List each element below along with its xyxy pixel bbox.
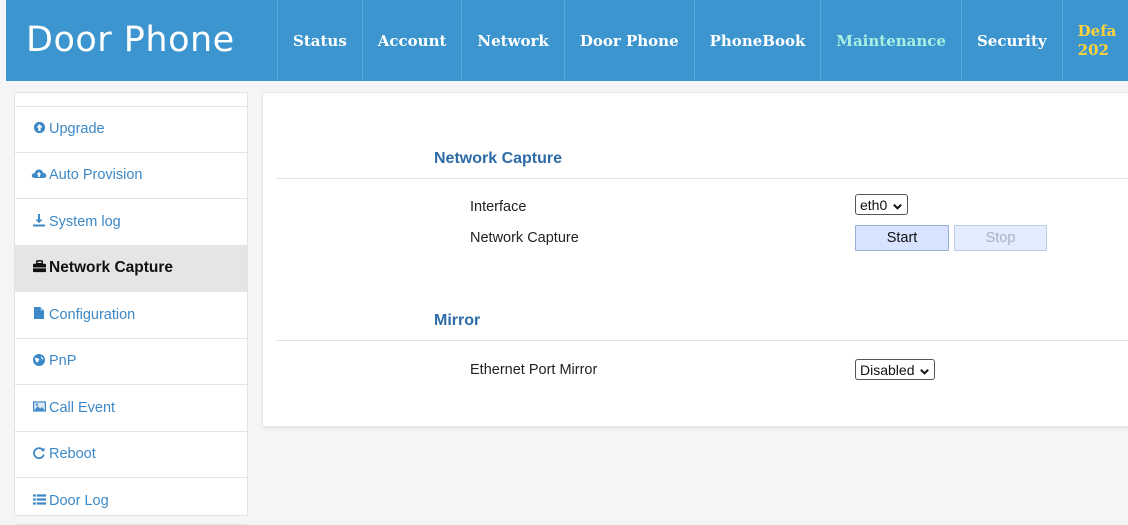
interface-select-value: eth0	[860, 196, 888, 213]
nav-security[interactable]: Security	[960, 0, 1062, 81]
nav-door-phone[interactable]: Door Phone	[563, 0, 694, 81]
nav-default-line1: Defa	[1077, 21, 1117, 40]
stop-capture-button[interactable]: Stop	[954, 225, 1047, 251]
nav-status[interactable]: Status	[277, 0, 362, 81]
sidebar-item-label: Call Event	[49, 399, 116, 416]
refresh-icon	[31, 446, 47, 463]
sidebar-item-pnp[interactable]: PnP	[15, 339, 247, 385]
ethernet-port-mirror-value: Disabled	[860, 361, 915, 378]
main-nav: Status Account Network Door Phone PhoneB…	[277, 0, 1116, 81]
sidebar-item-system-log[interactable]: System log	[15, 199, 247, 246]
sidebar-item-auto-provision[interactable]: Auto Provision	[15, 153, 247, 199]
arrow-circle-up-icon	[31, 121, 47, 137]
sidebar-item-label: Network Capture	[49, 259, 174, 277]
sidebar-item-label: Door Log	[49, 492, 109, 509]
cloud-upload-icon	[31, 167, 47, 183]
chevron-down-icon	[919, 364, 930, 375]
section-divider	[276, 340, 1128, 341]
image-icon	[31, 400, 47, 416]
section-title-mirror: Mirror	[434, 312, 481, 329]
sidebar-item-configuration[interactable]: Configuration	[15, 292, 247, 339]
sidebar-item-label: Upgrade	[49, 121, 105, 138]
sidebar-item-call-event[interactable]: Call Event	[15, 385, 247, 432]
list-icon	[31, 493, 47, 509]
sidebar-item-reboot[interactable]: Reboot	[15, 432, 247, 478]
sidebar-item-label: System log	[49, 213, 121, 230]
section-title-network-capture: Network Capture	[434, 150, 563, 167]
interface-label: Interface	[470, 199, 527, 215]
start-capture-button[interactable]: Start	[855, 225, 949, 251]
interface-select[interactable]: eth0	[855, 194, 909, 215]
nav-network[interactable]: Network	[461, 0, 563, 81]
sidebar-item-label: PnP	[49, 353, 77, 370]
nav-account[interactable]: Account	[361, 0, 462, 81]
nav-default-line2: 202	[1077, 40, 1109, 59]
nav-default-truncated[interactable]: Defa 202	[1061, 0, 1117, 81]
network-capture-label: Network Capture	[470, 230, 579, 246]
sidebar-item-label: Auto Provision	[49, 167, 143, 184]
download-icon	[31, 213, 47, 230]
sidebar-item-door-log[interactable]: Door Log	[15, 478, 247, 525]
section-divider	[276, 178, 1128, 179]
briefcase-icon	[31, 260, 47, 276]
file-icon	[31, 306, 47, 323]
sidebar-item-label: Configuration	[49, 306, 136, 323]
ethernet-port-mirror-label: Ethernet Port Mirror	[470, 362, 598, 378]
sidebar-item-upgrade[interactable]: Upgrade	[15, 106, 247, 153]
chevron-down-icon	[892, 199, 903, 210]
top-header: Door Phone Status Account Network Door P…	[6, 0, 1128, 81]
nav-maintenance[interactable]: Maintenance	[820, 0, 961, 81]
brand-title: Door Phone	[26, 20, 235, 60]
sidebar-item-network-capture[interactable]: Network Capture	[15, 245, 247, 292]
sidebar-item-label: Reboot	[49, 446, 96, 463]
ethernet-port-mirror-select[interactable]: Disabled	[855, 359, 936, 380]
main-content-panel: Network Capture Interface eth0 Network C…	[262, 92, 1128, 427]
globe-icon	[31, 353, 47, 370]
nav-phonebook[interactable]: PhoneBook	[693, 0, 821, 81]
sidebar: Upgrade Auto Provision System log Networ…	[14, 92, 248, 525]
